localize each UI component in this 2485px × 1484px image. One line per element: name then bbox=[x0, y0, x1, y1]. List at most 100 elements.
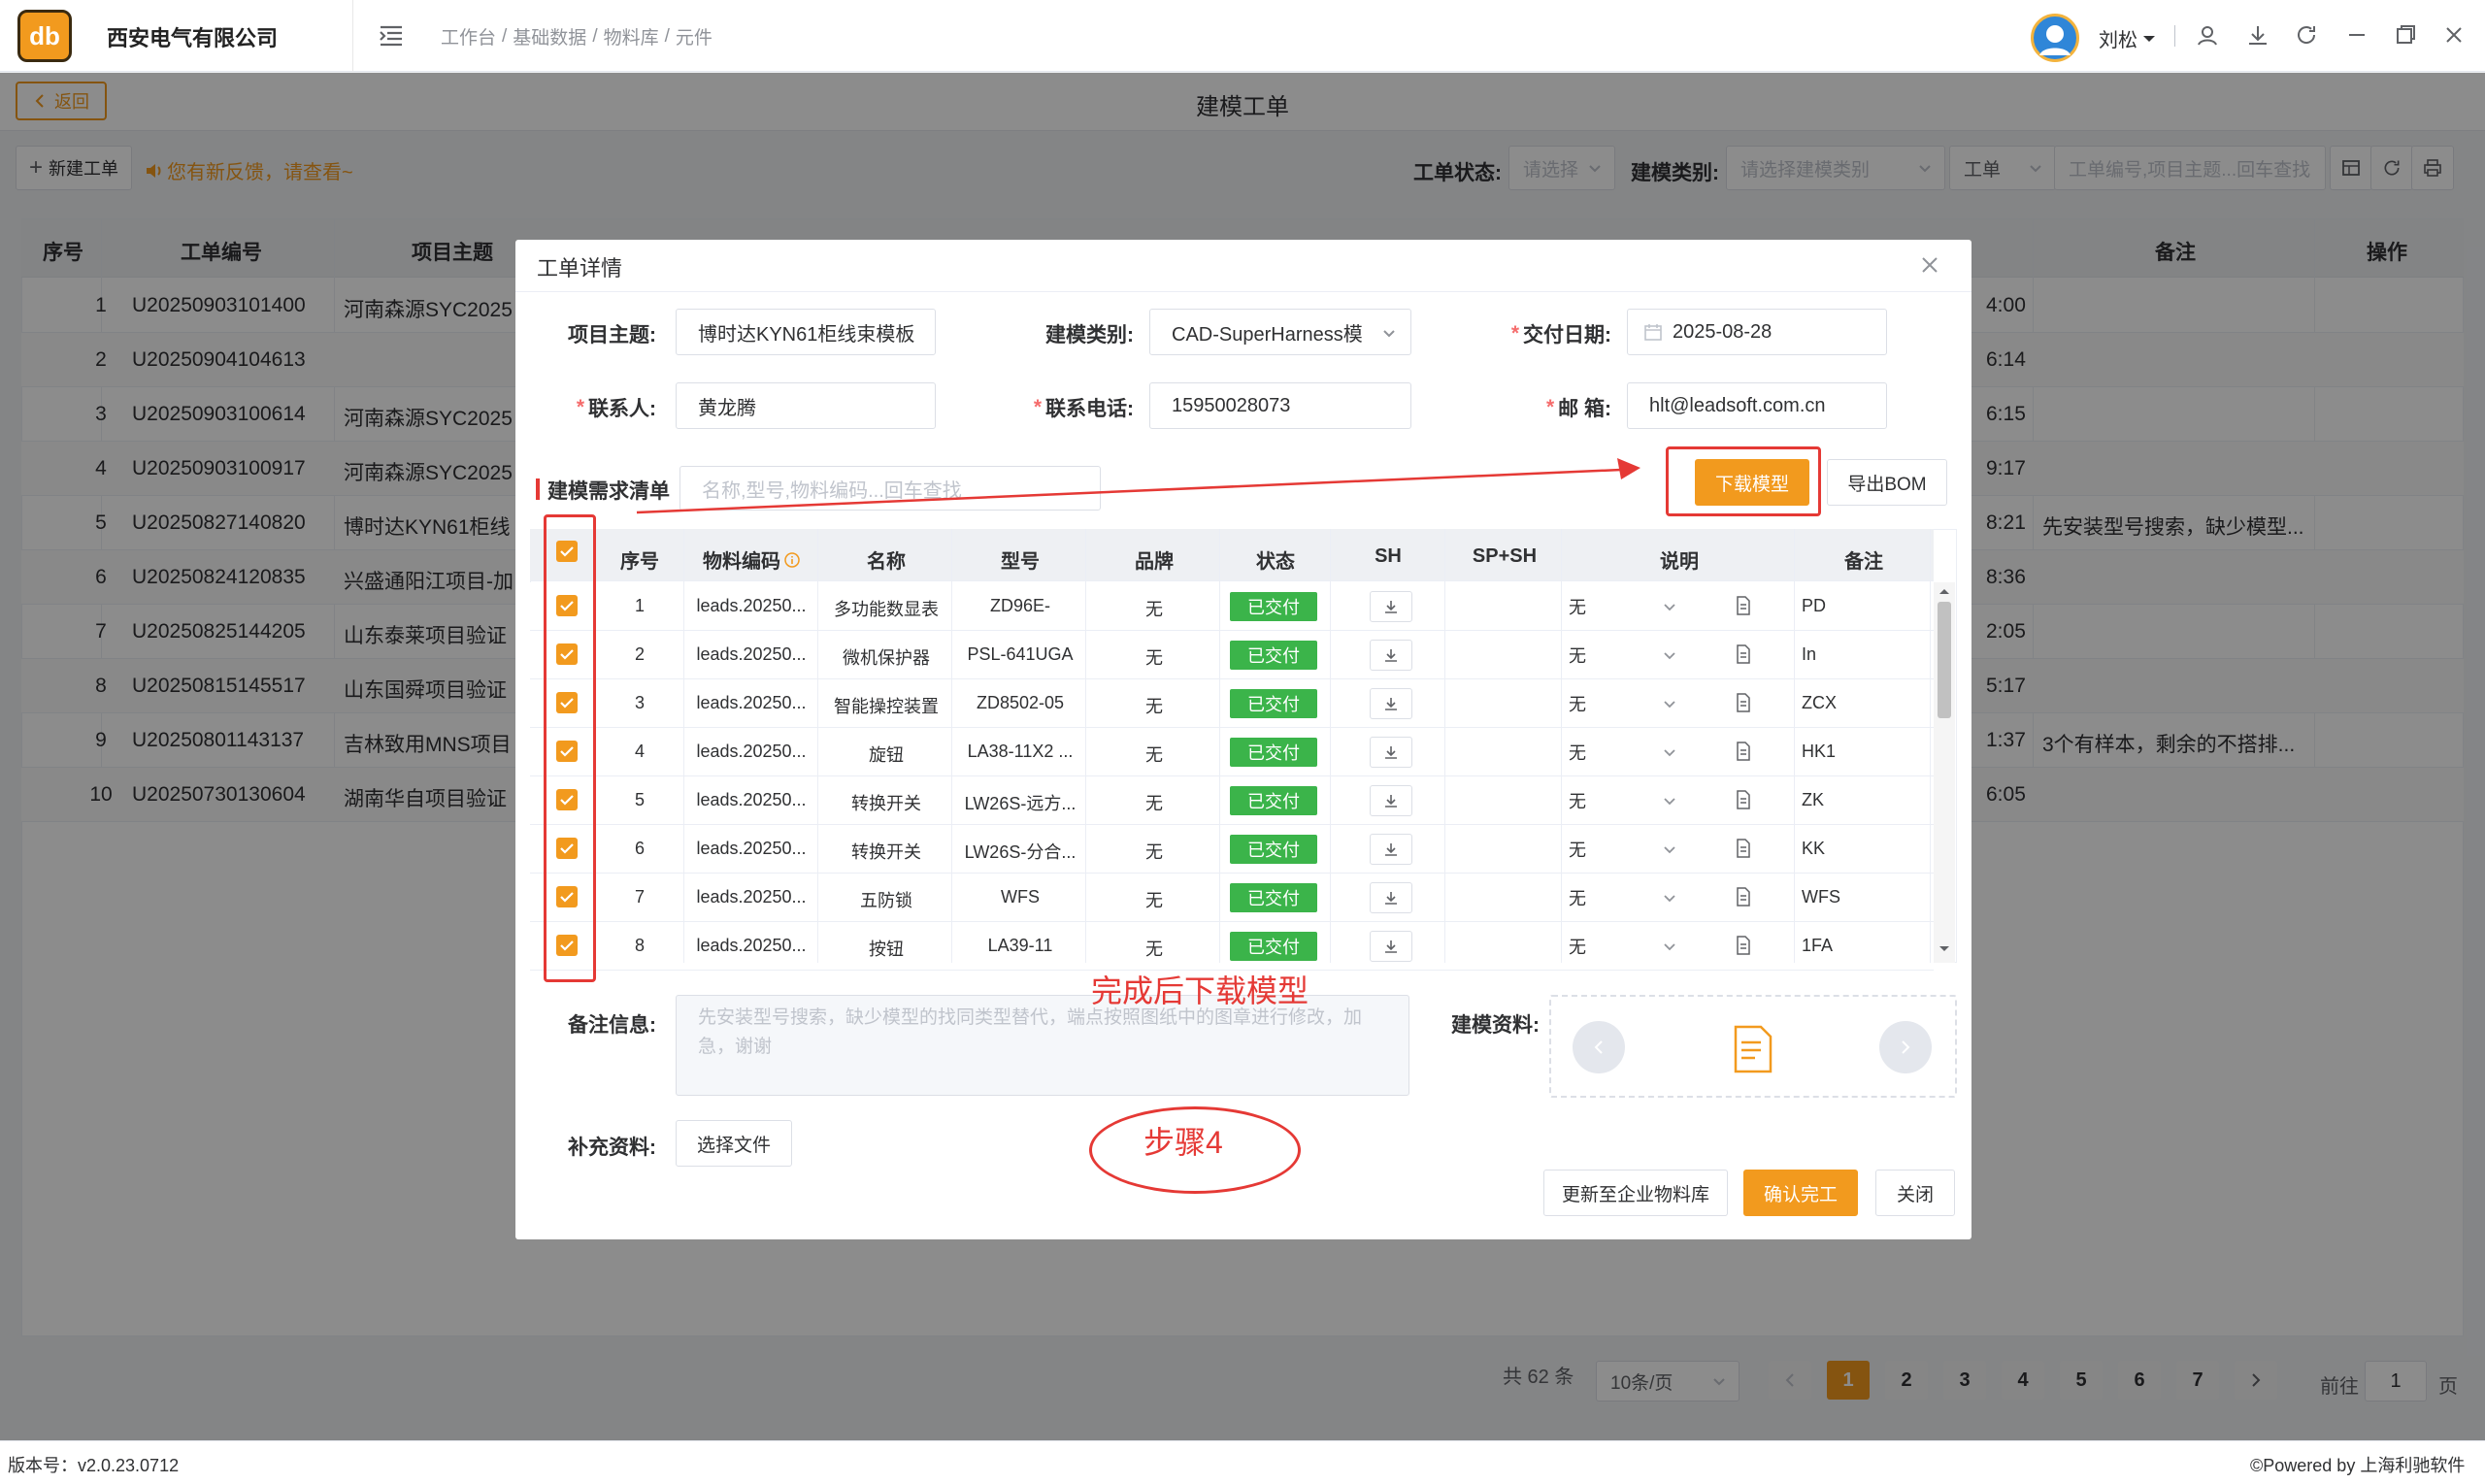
contact-label-text: 联系人: bbox=[588, 398, 656, 420]
footer bbox=[0, 1440, 2485, 1484]
company-name: 西安电气有限公司 bbox=[107, 26, 279, 50]
note-label: 备注信息: bbox=[568, 1014, 656, 1037]
row-no: 2 bbox=[634, 644, 645, 664]
sh-download-button[interactable] bbox=[1370, 640, 1412, 671]
download-icon bbox=[1385, 649, 1397, 662]
user-center-icon[interactable] bbox=[2196, 23, 2221, 49]
dialog-title: 工单详情 bbox=[537, 256, 623, 280]
document-icon[interactable] bbox=[1732, 1025, 1773, 1073]
row-model: PSL-641UGA bbox=[967, 644, 1074, 664]
row-remark: In bbox=[1802, 644, 1817, 664]
col-header-model: 型号 bbox=[1001, 551, 1040, 573]
prev-material-button[interactable] bbox=[1573, 1021, 1625, 1073]
note-edit-icon[interactable] bbox=[1736, 936, 1751, 955]
note-edit-icon[interactable] bbox=[1736, 790, 1751, 809]
download-icon bbox=[1385, 698, 1397, 710]
download-icon bbox=[1385, 940, 1397, 953]
table-row[interactable]: 5 leads.20250... 转换开关 LW26S-远方... 无 已交付 无 ZK bbox=[530, 776, 1934, 825]
sh-download-button[interactable] bbox=[1370, 688, 1412, 719]
desc-select[interactable]: 无 bbox=[1569, 930, 1683, 963]
sh-download-button[interactable] bbox=[1370, 931, 1412, 962]
refresh-icon[interactable] bbox=[2295, 23, 2320, 49]
chevron-down-icon bbox=[1383, 330, 1395, 338]
row-name: 转换开关 bbox=[851, 794, 921, 813]
breadcrumb-item-basic-data[interactable]: 基础数据 bbox=[513, 23, 586, 49]
category-field[interactable]: CAD-SuperHarness模 bbox=[1149, 309, 1411, 355]
info-icon bbox=[784, 551, 800, 568]
close-dialog-button[interactable]: 关闭 bbox=[1875, 1170, 1955, 1216]
table-row[interactable]: 4 leads.20250... 旋钮 LA38-11X2 ... 无 已交付 无 HK1 bbox=[530, 728, 1934, 776]
scroll-down-icon[interactable] bbox=[1938, 944, 1951, 954]
note-edit-icon[interactable] bbox=[1736, 839, 1751, 858]
table-row[interactable]: 7 leads.20250... 五防锁 WFS 无 已交付 无 WFS bbox=[530, 874, 1934, 922]
sh-download-button[interactable] bbox=[1370, 737, 1412, 768]
col-header-brand: 品牌 bbox=[1135, 551, 1174, 573]
desc-select[interactable]: 无 bbox=[1569, 639, 1683, 672]
row-remark: KK bbox=[1802, 839, 1826, 858]
user-menu[interactable]: 刘松 bbox=[2099, 24, 2157, 52]
row-name: 五防锁 bbox=[860, 891, 912, 910]
download-icon[interactable] bbox=[2246, 23, 2271, 49]
desc-select[interactable]: 无 bbox=[1569, 687, 1683, 720]
scroll-up-icon[interactable] bbox=[1938, 586, 1951, 596]
close-icon[interactable] bbox=[1920, 255, 1939, 275]
sh-download-button[interactable] bbox=[1370, 834, 1412, 865]
sh-download-button[interactable] bbox=[1370, 591, 1412, 622]
row-material-code: leads.20250... bbox=[696, 790, 807, 809]
close-window-icon[interactable] bbox=[2442, 23, 2468, 49]
row-brand: 无 bbox=[1145, 648, 1163, 668]
column-divider bbox=[1930, 529, 1931, 963]
row-material-code: leads.20250... bbox=[696, 936, 807, 955]
desc-value: 无 bbox=[1569, 646, 1586, 666]
avatar[interactable] bbox=[2031, 14, 2079, 62]
delivery-date-field[interactable]: 2025-08-28 bbox=[1627, 309, 1887, 355]
choose-file-button[interactable]: 选择文件 bbox=[676, 1120, 792, 1167]
sh-download-button[interactable] bbox=[1370, 785, 1412, 816]
confirm-complete-button[interactable]: 确认完工 bbox=[1743, 1170, 1858, 1216]
next-material-button[interactable] bbox=[1879, 1021, 1932, 1073]
contact-field[interactable]: 黄龙腾 bbox=[676, 382, 936, 429]
status-badge: 已交付 bbox=[1230, 883, 1317, 912]
table-row[interactable]: 3 leads.20250... 智能操控装置 ZD8502-05 无 已交付 无 ZCX bbox=[530, 679, 1934, 728]
project-field[interactable]: 博时达KYN61柜线束模板 bbox=[676, 309, 936, 355]
breadcrumb: 工作台 / 基础数据 / 物料库 / 元件 bbox=[441, 23, 718, 49]
note-edit-icon[interactable] bbox=[1736, 742, 1751, 761]
phone-field[interactable]: 15950028073 bbox=[1149, 382, 1411, 429]
email-field[interactable]: hlt@leadsoft.com.cn bbox=[1627, 382, 1887, 429]
breadcrumb-item-workbench[interactable]: 工作台 bbox=[441, 23, 496, 49]
minimize-icon[interactable] bbox=[2345, 23, 2370, 49]
desc-select[interactable]: 无 bbox=[1569, 784, 1683, 817]
table-row[interactable]: 8 leads.20250... 按钮 LA39-11 无 已交付 无 1FA bbox=[530, 922, 1934, 971]
scrollbar-thumb[interactable] bbox=[1938, 602, 1951, 718]
material-label: 建模资料: bbox=[1451, 1014, 1540, 1037]
breadcrumb-item-material-library[interactable]: 物料库 bbox=[604, 23, 659, 49]
desc-value: 无 bbox=[1569, 792, 1586, 811]
note-edit-icon[interactable] bbox=[1736, 887, 1751, 907]
table-row[interactable]: 1 leads.20250... 多功能数显表 ZD96E- 无 已交付 无 PD bbox=[530, 582, 1934, 631]
row-name: 按钮 bbox=[869, 940, 904, 959]
update-library-button[interactable]: 更新至企业物料库 bbox=[1543, 1170, 1728, 1216]
note-edit-icon[interactable] bbox=[1736, 596, 1751, 615]
note-edit-icon[interactable] bbox=[1736, 693, 1751, 712]
sh-download-button[interactable] bbox=[1370, 882, 1412, 913]
desc-select[interactable]: 无 bbox=[1569, 881, 1683, 914]
table-row[interactable]: 6 leads.20250... 转换开关 LW26S-分合... 无 已交付 无 KK bbox=[530, 825, 1934, 874]
desc-select[interactable]: 无 bbox=[1569, 736, 1683, 769]
desc-select[interactable]: 无 bbox=[1569, 833, 1683, 866]
col-header-no: 序号 bbox=[620, 551, 659, 573]
delivery-date-value: 2025-08-28 bbox=[1673, 320, 1773, 343]
note-edit-icon[interactable] bbox=[1736, 644, 1751, 664]
maximize-icon[interactable] bbox=[2394, 23, 2419, 49]
row-no: 3 bbox=[634, 693, 645, 712]
table-row[interactable]: 2 leads.20250... 微机保护器 PSL-641UGA 无 已交付 无 In bbox=[530, 631, 1934, 679]
export-bom-button[interactable]: 导出BOM bbox=[1827, 459, 1947, 506]
desc-select[interactable]: 无 bbox=[1569, 590, 1683, 623]
menu-fold-icon[interactable] bbox=[379, 24, 404, 48]
chevron-down-icon bbox=[1664, 701, 1675, 709]
row-brand: 无 bbox=[1145, 697, 1163, 716]
annotation-download-highlight bbox=[1666, 446, 1821, 516]
row-brand: 无 bbox=[1145, 794, 1163, 813]
company-logo: db bbox=[17, 10, 72, 62]
row-brand: 无 bbox=[1145, 600, 1163, 619]
required-mark: * bbox=[1033, 396, 1042, 418]
